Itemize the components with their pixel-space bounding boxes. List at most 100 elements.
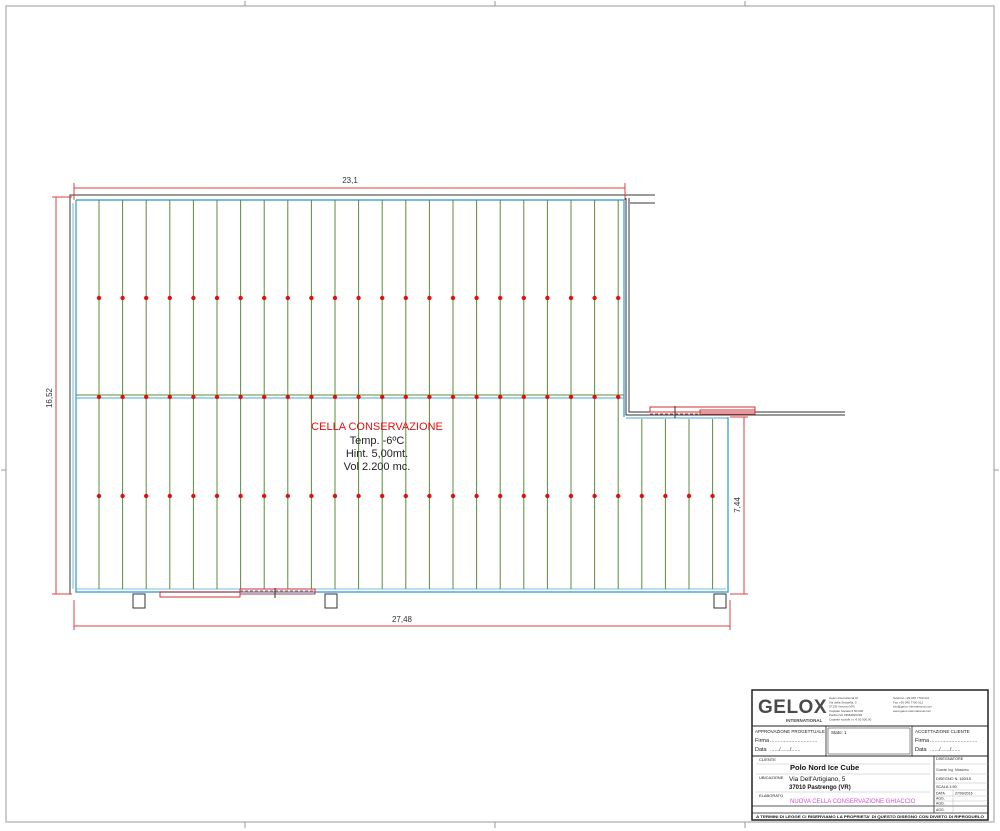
suspension-point bbox=[214, 394, 220, 400]
door-bottom bbox=[159, 588, 316, 598]
scala-label: SCALA 1:50 bbox=[936, 785, 957, 789]
suspension-point bbox=[191, 493, 196, 499]
cliente-label: CLIENTE bbox=[759, 757, 776, 762]
suspension-point bbox=[356, 394, 361, 400]
suspension-point bbox=[521, 493, 526, 499]
suspension-point bbox=[521, 394, 526, 400]
suspension-point bbox=[616, 295, 621, 301]
suspension-point bbox=[120, 493, 125, 499]
pillars bbox=[132, 593, 727, 609]
data-field-label: DATA bbox=[936, 792, 945, 796]
suspension-point bbox=[309, 295, 314, 301]
suspension-point bbox=[262, 295, 267, 301]
suspension-point bbox=[191, 394, 196, 400]
company-info-line: Capitale sociale i.v. € 50.000,00 bbox=[829, 718, 872, 722]
suspension-point bbox=[309, 493, 314, 499]
suspension-point bbox=[262, 493, 267, 499]
disegnatore-label: DISEGNATORE bbox=[936, 757, 964, 761]
legal-footer: A TERMINI DI LEGGE CI RISERVIAMO LA PROP… bbox=[756, 815, 984, 819]
suspension-point bbox=[144, 394, 149, 400]
suspension-point bbox=[167, 394, 172, 400]
suspension-point bbox=[403, 394, 408, 400]
accept-data-label: Data bbox=[915, 747, 928, 753]
stato-label: Stato: 1 bbox=[831, 730, 847, 735]
suspension-point bbox=[498, 394, 503, 400]
gelox-logo: GELOX bbox=[758, 697, 827, 718]
accept-firma-label: Firma bbox=[915, 738, 930, 744]
contact-info: Telefono +39 045 7700 011Fax +39 045 770… bbox=[893, 696, 932, 713]
accept-data-line: ....../....../...... bbox=[930, 747, 961, 753]
suspension-point bbox=[498, 295, 503, 301]
suspension-point bbox=[285, 394, 290, 400]
suspension-point bbox=[380, 394, 385, 400]
dimension-left-label: 16,52 bbox=[45, 387, 54, 408]
cliente-value: Polo Nord Ice Cube bbox=[790, 763, 859, 772]
suspension-point bbox=[592, 493, 597, 499]
disegnatore-value: Guarisi Ing. Massimo bbox=[936, 768, 969, 772]
contact-info-line: www.gelox-international.com bbox=[893, 709, 932, 713]
suspension-point bbox=[262, 394, 267, 400]
suspension-point bbox=[356, 295, 361, 301]
dimension-right-label: 7,44 bbox=[733, 497, 742, 513]
suspension-point bbox=[332, 295, 338, 301]
data-field-value: 27/09/2016 bbox=[955, 792, 973, 796]
suspension-point bbox=[238, 394, 243, 400]
suspension-point bbox=[710, 493, 715, 499]
elaborato-value: NUOVA CELLA CONSERVAZIONE GHIACCIO bbox=[790, 799, 916, 805]
suspension-point bbox=[238, 493, 243, 499]
approval-title: APPROVAZIONE PROGETTUALE bbox=[755, 729, 825, 734]
suspension-point bbox=[545, 493, 550, 499]
suspension-point bbox=[96, 493, 102, 499]
suspension-point bbox=[498, 493, 503, 499]
suspension-point bbox=[167, 295, 172, 301]
suspension-point bbox=[427, 295, 432, 301]
dimension-top-label: 23,1 bbox=[342, 176, 358, 185]
suspension-point bbox=[238, 295, 243, 301]
suspension-point bbox=[96, 295, 102, 301]
dimension-left bbox=[52, 196, 72, 595]
door-right bbox=[649, 406, 756, 418]
suspension-point bbox=[568, 295, 574, 301]
ubicazione-line1: Via Dell'Artigiano, 5 bbox=[789, 776, 846, 783]
room-height: Hint. 5,00mt. bbox=[346, 448, 408, 460]
accept-title: ACCETTAZIONE CLIENTE bbox=[915, 729, 970, 734]
suspension-point bbox=[380, 295, 385, 301]
suspension-point bbox=[663, 493, 668, 499]
suspension-point bbox=[616, 493, 621, 499]
room-volume: Vol 2.200 mc. bbox=[344, 461, 411, 473]
approval-firma-line: ............................... bbox=[770, 738, 818, 744]
agg-label-3: AGG. bbox=[936, 808, 945, 812]
suspension-point bbox=[568, 394, 574, 400]
suspension-point bbox=[96, 394, 102, 400]
ubicazione-line2: 37010 Pastrengo (VR) bbox=[789, 785, 851, 791]
approval-data-line: ....../....../...... bbox=[770, 747, 801, 753]
suspension-point bbox=[474, 394, 479, 400]
dimension-top bbox=[73, 183, 626, 200]
suspension-point bbox=[403, 493, 408, 499]
suspension-point bbox=[144, 295, 149, 301]
suspension-point bbox=[214, 295, 220, 301]
suspension-point bbox=[380, 493, 385, 499]
suspension-point bbox=[545, 295, 550, 301]
suspension-point bbox=[356, 493, 361, 499]
suspension-point bbox=[686, 493, 692, 499]
drawing-sheet: 23,1 27,48 16,52 7,44 CELLA CONSERVAZION… bbox=[1, 1, 999, 828]
suspension-point bbox=[592, 295, 597, 301]
suspension-point bbox=[592, 394, 597, 400]
suspension-point bbox=[332, 394, 338, 400]
approval-firma-label: Firma bbox=[755, 738, 770, 744]
suspension-point bbox=[285, 295, 290, 301]
suspension-point bbox=[120, 394, 125, 400]
ubicazione-label: UBICAZIONE bbox=[759, 775, 784, 780]
suspension-point bbox=[450, 394, 456, 400]
suspension-point bbox=[639, 493, 644, 499]
gelox-logo-subtitle: INTERNATIONAL bbox=[786, 718, 823, 723]
agg-label-1: AGG. bbox=[936, 797, 945, 801]
suspension-point bbox=[450, 295, 456, 301]
suspension-point bbox=[285, 493, 290, 499]
suspension-point bbox=[450, 493, 456, 499]
suspension-point bbox=[616, 394, 621, 400]
suspension-point bbox=[545, 394, 550, 400]
elaborato-label: ELABORATO bbox=[759, 793, 783, 798]
suspension-point bbox=[309, 394, 314, 400]
